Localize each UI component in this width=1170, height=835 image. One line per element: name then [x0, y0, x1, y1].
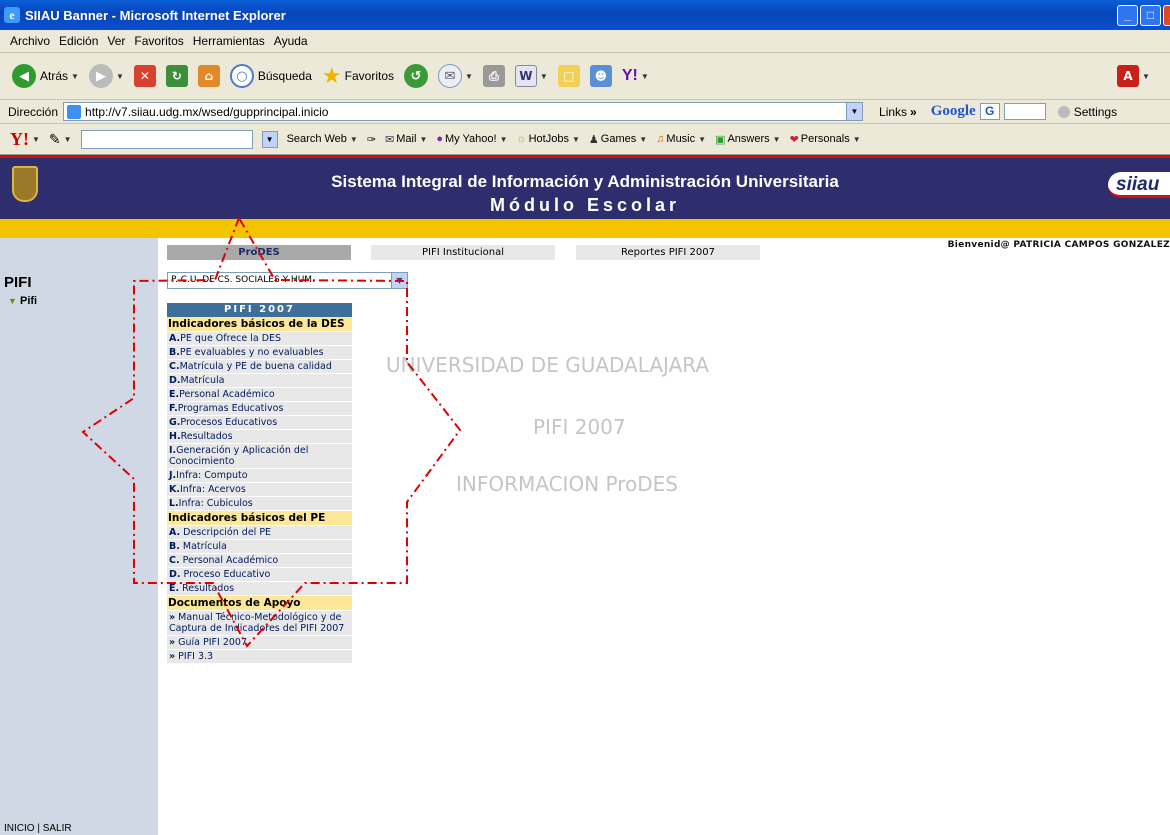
annotation-star-outline: [81, 215, 462, 648]
annotation-overlay: [81, 215, 462, 648]
